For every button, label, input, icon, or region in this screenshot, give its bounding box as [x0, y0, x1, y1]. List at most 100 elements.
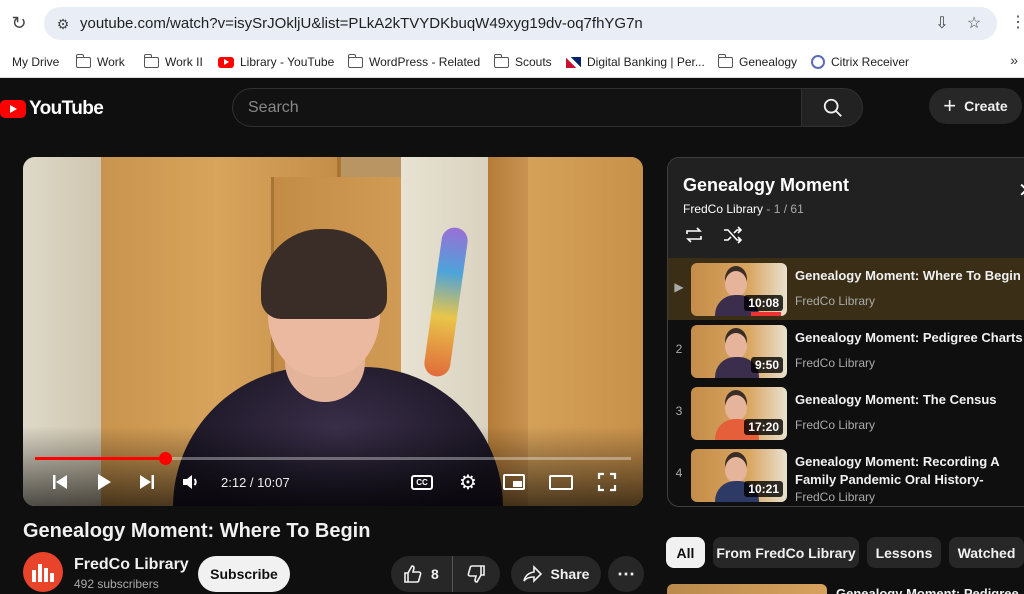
playlist-index: ▶: [674, 280, 684, 294]
bookmark-library-youtube[interactable]: Library - YouTube: [218, 53, 334, 71]
theater-mode-button[interactable]: [548, 471, 574, 493]
playlist-item-1[interactable]: ▶ 10:08 Genealogy Moment: Where To Begin…: [668, 258, 1024, 320]
thumb-progress: [751, 312, 781, 316]
bookmark-my-drive[interactable]: My Drive: [0, 53, 59, 71]
reload-icon[interactable]: ↻: [9, 13, 29, 33]
captions-button[interactable]: CC: [410, 471, 434, 493]
like-count: 8: [431, 566, 439, 582]
site-info-icon[interactable]: ⚙: [54, 15, 72, 33]
progress-scrubber[interactable]: [158, 452, 172, 465]
playlist-video-title: Genealogy Moment: Where To Begin: [795, 268, 1021, 283]
gear-icon: ⚙: [459, 471, 477, 494]
thumbs-down-icon: [467, 565, 485, 583]
thumb-face: [725, 395, 747, 421]
chip-all[interactable]: All: [666, 537, 705, 568]
playlist-video-channel: FredCo Library: [795, 418, 876, 432]
video-thumbnail[interactable]: 10:08: [691, 263, 787, 316]
playlist-video-title: Genealogy Moment: Recording A Family Pan…: [795, 454, 1000, 487]
playlist-index: 2: [675, 342, 683, 356]
chip-watched[interactable]: Watched: [949, 537, 1024, 568]
previous-button[interactable]: [49, 471, 71, 493]
search-icon: [823, 98, 842, 117]
bookmark-scouts[interactable]: Scouts: [493, 53, 552, 71]
playlist-meta: FredCo Library - 1 / 61: [683, 202, 804, 216]
like-button[interactable]: 8: [391, 556, 453, 592]
loop-icon: [686, 227, 702, 243]
controls-gradient: [23, 426, 643, 506]
progress-bar[interactable]: [35, 452, 631, 465]
next-video-title[interactable]: Genealogy Moment: Pedigree: [836, 586, 1019, 594]
bookmark-wordpress[interactable]: WordPress - Related: [347, 53, 480, 71]
video-title: Genealogy Moment: Where To Begin: [23, 520, 371, 542]
miniplayer-button[interactable]: [502, 471, 526, 493]
search-placeholder: Search: [248, 99, 299, 116]
playlist-index: 4: [675, 466, 683, 480]
avatar-bar: [38, 564, 42, 582]
bookmark-star-icon[interactable]: ☆: [964, 14, 984, 34]
playlist-video-title: Genealogy Moment: The Census: [795, 392, 997, 407]
video-thumbnail[interactable]: 10:21: [691, 449, 787, 502]
create-button[interactable]: + Create: [929, 88, 1022, 124]
folder-icon: [717, 53, 733, 68]
playlist-header: Genealogy Moment FredCo Library - 1 / 61…: [668, 158, 1024, 258]
miniplayer-icon: [503, 474, 525, 490]
shuffle-button[interactable]: [722, 226, 744, 249]
bookmark-digital-banking[interactable]: Digital Banking | Per...: [566, 53, 705, 71]
youtube-logo-icon: [0, 100, 26, 118]
playlist-channel[interactable]: FredCo Library: [683, 202, 763, 216]
youtube-logo[interactable]: YouTube: [0, 98, 104, 120]
like-dislike-group: 8: [391, 556, 500, 592]
avatar-bar: [32, 570, 36, 582]
duration-badge: 9:50: [750, 357, 783, 373]
browser-menu-icon[interactable]: ⋮: [1010, 12, 1024, 32]
progress-fill: [35, 457, 165, 460]
loop-button[interactable]: [683, 226, 705, 249]
playlist-item-3[interactable]: 3 17:20 Genealogy Moment: The Census Fre…: [668, 382, 1024, 444]
install-app-icon[interactable]: ⇩: [932, 14, 952, 34]
bookmark-genealogy[interactable]: Genealogy: [717, 53, 797, 71]
time-display: 2:12 / 10:07: [221, 475, 290, 490]
subscriber-count: 492 subscribers: [74, 577, 159, 591]
subscribe-button[interactable]: Subscribe: [198, 556, 290, 592]
search-input[interactable]: Search: [232, 88, 802, 127]
playlist-item-4[interactable]: 4 10:21 Genealogy Moment: Recording A Fa…: [668, 444, 1024, 506]
playlist-title[interactable]: Genealogy Moment: [683, 175, 849, 196]
url-text[interactable]: youtube.com/watch?v=isySrJOkljU&list=PLk…: [80, 15, 643, 32]
video-player[interactable]: 2:12 / 10:07 CC ⚙: [23, 157, 643, 506]
channel-name[interactable]: FredCo Library: [74, 556, 189, 574]
thumb-face: [725, 333, 747, 359]
play-button[interactable]: [93, 471, 115, 493]
playlist-item-2[interactable]: 2 9:50 Genealogy Moment: Pedigree Charts…: [668, 320, 1024, 382]
share-button[interactable]: Share: [511, 556, 601, 592]
chip-from-channel[interactable]: From FredCo Library: [713, 537, 859, 568]
bookmark-work-ii[interactable]: Work II: [143, 53, 203, 71]
playlist-separator: -: [766, 202, 774, 216]
close-icon[interactable]: ✕: [1018, 178, 1024, 203]
dislike-button[interactable]: [453, 556, 499, 592]
video-thumbnail[interactable]: 17:20: [691, 387, 787, 440]
play-icon: [98, 474, 111, 490]
next-button[interactable]: [136, 471, 158, 493]
thumb-face: [725, 457, 747, 483]
volume-button[interactable]: [179, 471, 203, 493]
avatar-bar: [44, 568, 48, 582]
share-icon: [522, 565, 542, 583]
video-thumbnail[interactable]: 9:50: [691, 325, 787, 378]
next-video-thumbnail[interactable]: [667, 584, 827, 594]
playlist-panel: Genealogy Moment FredCo Library - 1 / 61…: [667, 157, 1024, 507]
channel-avatar[interactable]: [23, 552, 63, 592]
search-button[interactable]: [801, 88, 863, 127]
fullscreen-button[interactable]: [595, 471, 619, 493]
youtube-icon: [218, 56, 234, 68]
more-actions-button[interactable]: ⋯: [608, 556, 644, 592]
playlist-position: 1 / 61: [773, 202, 804, 216]
chip-lessons[interactable]: Lessons: [867, 537, 941, 568]
address-bar[interactable]: ⚙ youtube.com/watch?v=isySrJOkljU&list=P…: [44, 7, 997, 40]
playlist-video-channel: FredCo Library: [795, 356, 876, 370]
bookmark-citrix[interactable]: Citrix Receiver: [811, 53, 909, 71]
settings-button[interactable]: ⚙: [456, 471, 480, 494]
more-bookmarks-icon[interactable]: »: [1010, 52, 1018, 68]
bookmark-work[interactable]: Work: [75, 53, 125, 71]
theater-icon: [549, 474, 573, 490]
avatar-bar: [50, 573, 54, 582]
